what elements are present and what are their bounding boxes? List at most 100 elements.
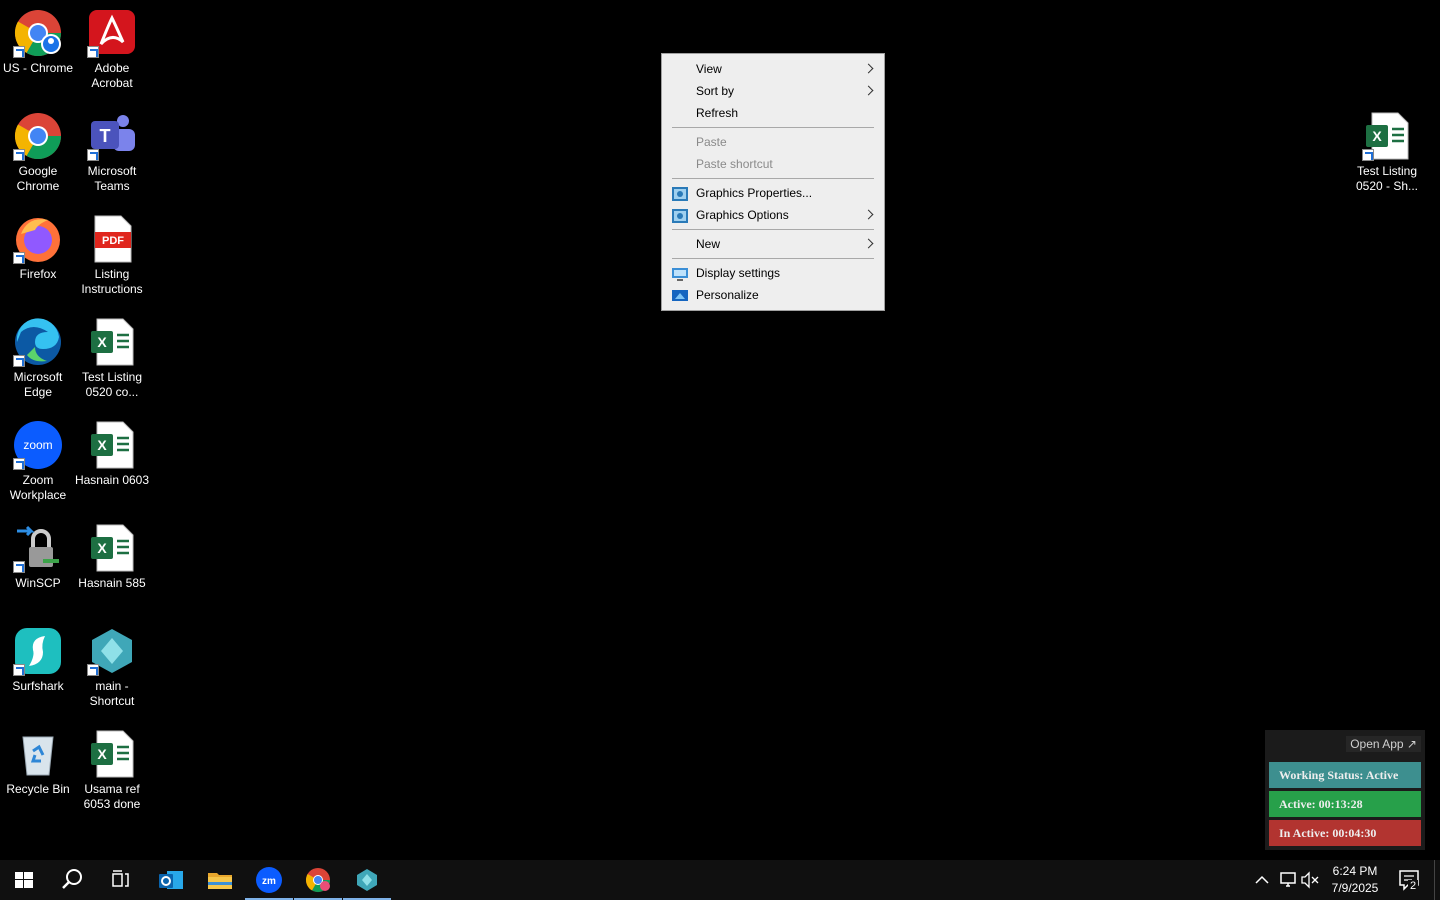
chevron-right-icon xyxy=(863,209,874,220)
action-center-button[interactable]: 2 xyxy=(1392,860,1432,900)
open-app-button[interactable]: Open App ↗ xyxy=(1346,736,1421,752)
menu-item-label: New xyxy=(696,237,721,251)
icon-label: main - Shortcut xyxy=(89,679,135,708)
svg-text:zm: zm xyxy=(262,876,276,887)
menu-item-label: View xyxy=(696,62,722,76)
desktop-icon-firefox[interactable]: Firefox xyxy=(0,214,76,282)
chevron-right-icon xyxy=(863,238,874,249)
clock-time: 6:24 PM xyxy=(1332,864,1378,878)
volume-button[interactable] xyxy=(1298,860,1322,900)
chrome-icon xyxy=(13,111,63,161)
icon-label: Recycle Bin xyxy=(6,782,70,796)
menu-separator xyxy=(672,229,874,230)
intel-graphics-icon xyxy=(672,186,688,201)
menu-item-label: Display settings xyxy=(696,266,781,280)
desktop-context-menu: View Sort by Refresh Paste Paste shortcu… xyxy=(661,53,885,311)
menu-item-paste-shortcut[interactable]: Paste shortcut xyxy=(662,153,884,175)
volume-muted-icon xyxy=(1301,871,1319,889)
desktop-icon-main-shortcut[interactable]: main - Shortcut xyxy=(74,626,150,709)
desktop-icon-google-chrome[interactable]: Google Chrome xyxy=(0,111,76,194)
icon-label: Usama ref 6053 done xyxy=(83,782,141,811)
activity-tracker-widget: Open App ↗ Working Status: Active Active… xyxy=(1265,730,1425,850)
taskbar-outlook[interactable] xyxy=(147,860,195,900)
icon-label: Firefox xyxy=(19,267,57,281)
menu-item-new[interactable]: New xyxy=(662,233,884,255)
svg-text:X: X xyxy=(97,334,107,350)
menu-item-personalize[interactable]: Personalize xyxy=(662,284,884,306)
desktop-icon-test-listing-0520-co[interactable]: X Test Listing 0520 co... xyxy=(74,317,150,400)
menu-item-label: Paste xyxy=(696,135,727,149)
menu-item-display-settings[interactable]: Display settings xyxy=(662,262,884,284)
menu-item-refresh[interactable]: Refresh xyxy=(662,102,884,124)
network-icon xyxy=(1280,872,1296,887)
menu-item-label: Paste shortcut xyxy=(696,157,773,171)
app-shortcut-icon xyxy=(357,869,377,891)
teams-icon: T xyxy=(87,111,137,161)
outlook-icon xyxy=(159,871,183,889)
menu-item-graphics-properties[interactable]: Graphics Properties... xyxy=(662,182,884,204)
icon-label: Zoom Workplace xyxy=(9,473,67,502)
taskbar-file-explorer[interactable] xyxy=(196,860,244,900)
personalize-icon xyxy=(672,288,688,302)
icon-label: US - Chrome xyxy=(2,61,73,75)
desktop-icon-microsoft-edge[interactable]: Microsoft Edge xyxy=(0,317,76,400)
chevron-right-icon xyxy=(863,85,874,96)
menu-item-label: Graphics Options xyxy=(696,208,789,222)
desktop-icon-zoom-workplace[interactable]: zoom Zoom Workplace xyxy=(0,420,76,503)
svg-text:zoom: zoom xyxy=(23,438,52,452)
desktop-icon-us-chrome[interactable]: US - Chrome xyxy=(0,8,76,76)
icon-label: Test Listing 0520 - Sh... xyxy=(1355,164,1419,193)
menu-item-view[interactable]: View xyxy=(662,58,884,80)
desktop-icon-usama-ref-6053[interactable]: X Usama ref 6053 done xyxy=(74,729,150,812)
menu-item-label: Refresh xyxy=(696,106,739,120)
icon-label: Google Chrome xyxy=(16,164,60,193)
edge-icon xyxy=(13,317,63,367)
menu-item-paste[interactable]: Paste xyxy=(662,131,884,153)
excel-icon: X xyxy=(87,420,137,470)
task-view-button[interactable] xyxy=(96,860,144,900)
search-button[interactable] xyxy=(48,860,96,900)
taskbar-chrome[interactable] xyxy=(294,860,342,900)
svg-text:T: T xyxy=(100,126,111,146)
desktop-icon-listing-instructions[interactable]: PDF Listing Instructions xyxy=(74,214,150,297)
network-button[interactable] xyxy=(1276,860,1300,900)
menu-separator xyxy=(672,178,874,179)
desktop-icon-hasnain-0603[interactable]: X Hasnain 0603 xyxy=(74,420,150,488)
desktop-icon-hasnain-585[interactable]: X Hasnain 585 xyxy=(74,523,150,591)
menu-separator xyxy=(672,258,874,259)
desktop-icon-microsoft-teams[interactable]: T Microsoft Teams xyxy=(74,111,150,194)
show-hidden-icons-button[interactable] xyxy=(1250,860,1274,900)
menu-item-sort-by[interactable]: Sort by xyxy=(662,80,884,102)
desktop-icon-test-listing-0520-sh[interactable]: X Test Listing 0520 - Sh... xyxy=(1349,111,1425,194)
start-button[interactable] xyxy=(0,860,48,900)
surfshark-icon xyxy=(13,626,63,676)
menu-item-graphics-options[interactable]: Graphics Options xyxy=(662,204,884,226)
icon-label: Surfshark xyxy=(12,679,64,693)
icon-label: Test Listing 0520 co... xyxy=(81,370,143,399)
icon-label: Hasnain 585 xyxy=(78,576,146,590)
acrobat-icon xyxy=(87,8,137,58)
active-time-bar: Active: 00:13:28 xyxy=(1269,791,1421,817)
taskbar-main-app[interactable] xyxy=(343,860,391,900)
svg-text:X: X xyxy=(1372,128,1382,144)
clock[interactable]: 6:24 PM 7/9/2025 xyxy=(1324,860,1386,900)
winscp-icon xyxy=(13,523,63,573)
desktop-icon-winscp[interactable]: WinSCP xyxy=(0,523,76,591)
desktop-icon-surfshark[interactable]: Surfshark xyxy=(0,626,76,694)
icon-label: Hasnain 0603 xyxy=(74,473,150,487)
excel-icon: X xyxy=(1362,111,1412,161)
show-desktop-button[interactable] xyxy=(1434,860,1440,900)
pdf-icon: PDF xyxy=(87,214,137,264)
notification-count-badge: 2 xyxy=(1408,880,1419,892)
chevron-up-icon xyxy=(1255,875,1269,884)
icon-label: Microsoft Teams xyxy=(87,164,137,193)
zoom-icon: zm xyxy=(256,867,282,893)
task-view-icon xyxy=(112,870,129,887)
firefox-icon xyxy=(13,214,63,264)
inactive-time-bar: In Active: 00:04:30 xyxy=(1269,820,1421,846)
svg-text:PDF: PDF xyxy=(102,235,124,247)
app-shortcut-icon xyxy=(87,626,137,676)
taskbar-zoom[interactable]: zm xyxy=(245,860,293,900)
desktop-icon-adobe-acrobat[interactable]: Adobe Acrobat xyxy=(74,8,150,91)
desktop-icon-recycle-bin[interactable]: Recycle Bin xyxy=(0,729,76,797)
